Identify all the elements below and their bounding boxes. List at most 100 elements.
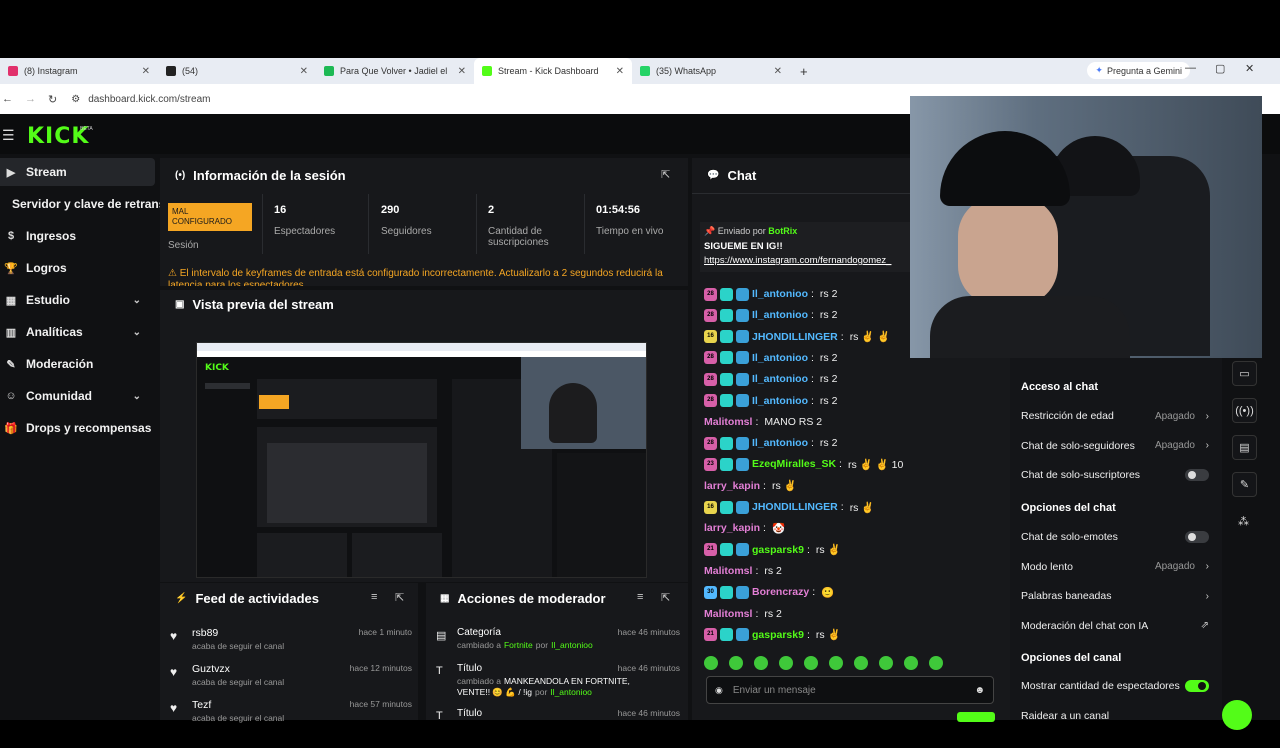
back-icon[interactable]: ←	[2, 93, 13, 105]
close-tab-icon[interactable]: ✕	[142, 66, 150, 77]
toggle-switch[interactable]	[1185, 531, 1209, 543]
chevron-down-icon[interactable]: ⌄	[133, 295, 141, 306]
chevron-down-icon[interactable]: ⌄	[133, 391, 141, 402]
mod-tools-icon[interactable]: ▤	[1232, 435, 1257, 460]
stream-preview[interactable]: KICK	[196, 342, 647, 578]
chat-message[interactable]: larry_kapin: rs ✌️	[704, 476, 797, 496]
setting-row[interactable]: Mostrar cantidad de espectadores	[1021, 676, 1211, 696]
setting-row[interactable]: Modo lento Apagado ›	[1021, 557, 1211, 577]
chat-username[interactable]: gasparsk9	[752, 629, 804, 641]
emote-icon[interactable]	[704, 656, 718, 670]
chat-username[interactable]: Il_antonioo	[752, 288, 808, 300]
menu-icon[interactable]: ☰	[2, 127, 15, 144]
sidebar-item-2[interactable]: Servidor y clave de retransn	[0, 190, 173, 218]
chat-username[interactable]: Il_antonioo	[752, 395, 808, 407]
chat-message[interactable]: 28 Il_antonioo: rs 2	[704, 305, 837, 325]
url-field[interactable]: dashboard.kick.com/stream	[88, 94, 210, 105]
maximize-icon[interactable]: ▢	[1215, 62, 1225, 75]
mod-user[interactable]: Il_antonioo	[550, 687, 592, 697]
chat-username[interactable]: gasparsk9	[752, 544, 804, 556]
chat-message[interactable]: 28 Il_antonioo: rs 2	[704, 348, 837, 368]
filter-icon[interactable]: ≡	[637, 591, 643, 603]
chat-message[interactable]: Malitomsl: rs 2	[704, 604, 782, 624]
chat-settings-icon[interactable]: ▭	[1232, 361, 1257, 386]
chat-message[interactable]: 28 Il_antonioo: rs 2	[704, 391, 837, 411]
popout-icon[interactable]: ⇱	[395, 591, 404, 604]
chat-message[interactable]: Malitomsl: rs 2	[704, 561, 782, 581]
chevron-right-icon[interactable]: ›	[1206, 591, 1209, 602]
new-tab-button[interactable]: +	[800, 64, 808, 79]
popout-icon[interactable]: ⇱	[661, 168, 670, 181]
sidebar-item-9[interactable]: 🎁 Drops y recompensas	[0, 414, 155, 442]
setting-row[interactable]: Restricción de edad Apagado ›	[1021, 406, 1211, 426]
browser-tab[interactable]: (8) Instagram ✕	[0, 58, 158, 84]
browser-tab[interactable]: (35) WhatsApp ✕	[632, 58, 790, 84]
emote-icon[interactable]	[804, 656, 818, 670]
chat-username[interactable]: JHONDILLINGER	[752, 501, 838, 513]
setting-row[interactable]: Raidear a un canal	[1021, 706, 1211, 726]
sidebar-item-8[interactable]: ☺ Comunidad ⌄	[0, 382, 155, 410]
chat-message[interactable]: 28 Il_antonioo: rs 2	[704, 284, 837, 304]
chat-username[interactable]: Il_antonioo	[752, 352, 808, 364]
chat-message[interactable]: 21 gasparsk9: rs ✌️	[704, 540, 841, 560]
setting-row[interactable]: Chat de solo-suscriptores	[1021, 465, 1211, 485]
chevron-right-icon[interactable]: ›	[1206, 411, 1209, 422]
browser-tab[interactable]: (54) ✕	[158, 58, 316, 84]
chat-username[interactable]: EzeqMiralles_SK	[752, 458, 836, 470]
emote-icon[interactable]	[929, 656, 943, 670]
chat-username[interactable]: larry_kapin	[704, 480, 760, 492]
chat-username[interactable]: Malitomsl	[704, 608, 752, 620]
browser-tab[interactable]: Stream - Kick Dashboard ✕	[474, 58, 632, 84]
popout-icon[interactable]: ⇱	[661, 591, 670, 604]
setting-row[interactable]: Chat de solo-emotes	[1021, 527, 1211, 547]
sidebar-item-6[interactable]: ▥ Analíticas ⌄	[0, 318, 155, 346]
chat-message[interactable]: 23 EzeqMiralles_SK: rs ✌️ ✌️ 10	[704, 454, 903, 474]
chevron-down-icon[interactable]: ⌄	[133, 327, 141, 338]
wrench-icon[interactable]: ✎	[1232, 472, 1257, 497]
emote-icon[interactable]	[854, 656, 868, 670]
filter-icon[interactable]: ≡	[371, 591, 377, 603]
close-tab-icon[interactable]: ✕	[616, 66, 624, 77]
sidebar-item-4[interactable]: 🏆 Logros	[0, 254, 155, 282]
emote-icon[interactable]	[729, 656, 743, 670]
chat-username[interactable]: JHONDILLINGER	[752, 331, 838, 343]
minimize-icon[interactable]: —	[1185, 62, 1196, 74]
sidebar-item-5[interactable]: ▦ Estudio ⌄	[0, 286, 155, 314]
setting-row[interactable]: Chat de solo-seguidores Apagado ›	[1021, 436, 1211, 456]
close-tab-icon[interactable]: ✕	[774, 66, 782, 77]
send-button[interactable]	[957, 712, 995, 722]
chat-message[interactable]: 28 Il_antonioo: rs 2	[704, 369, 837, 389]
close-window-icon[interactable]: ✕	[1245, 62, 1254, 75]
green-action-button[interactable]	[1222, 700, 1252, 730]
reload-icon[interactable]: ↻	[48, 93, 57, 106]
pinned-message[interactable]: 📌 Enviado por BotRix SIGUEME EN IG!! htt…	[700, 222, 910, 272]
setting-row[interactable]: Moderación del chat con IA ⇗	[1021, 616, 1211, 636]
external-link-icon[interactable]: ⇗	[1201, 620, 1209, 631]
setting-row[interactable]: Palabras baneadas ›	[1021, 586, 1211, 606]
sidebar-item-7[interactable]: ✎ Moderación	[0, 350, 155, 378]
chat-message[interactable]: 16 JHONDILLINGER: rs ✌️ ✌️	[704, 327, 890, 347]
emote-icon[interactable]	[829, 656, 843, 670]
chat-username[interactable]: Il_antonioo	[752, 437, 808, 449]
emote-icon[interactable]	[904, 656, 918, 670]
chat-message[interactable]: 30 Borencrazy: 🙂	[704, 582, 834, 602]
chat-message[interactable]: larry_kapin: 🤡	[704, 518, 785, 538]
emote-icon[interactable]	[779, 656, 793, 670]
mod-user[interactable]: Il_antonioo	[551, 640, 593, 650]
chevron-right-icon[interactable]: ›	[1206, 440, 1209, 451]
chat-input[interactable]: ◉ Enviar un mensaje ☻	[706, 676, 994, 704]
chat-message[interactable]: 28 Il_antonioo: rs 2	[704, 433, 837, 453]
chat-username[interactable]: Borencrazy	[752, 586, 809, 598]
emoji-icon[interactable]: ☻	[974, 685, 985, 696]
more-icon[interactable]: ⁂	[1238, 515, 1249, 528]
emote-icon[interactable]	[879, 656, 893, 670]
toggle-switch[interactable]	[1185, 469, 1209, 481]
chat-username[interactable]: Il_antonioo	[752, 309, 808, 321]
sidebar-item-3[interactable]: $ Ingresos	[0, 222, 155, 250]
chevron-right-icon[interactable]: ›	[1206, 561, 1209, 572]
sidebar-item-1[interactable]: ▶ Stream	[0, 158, 155, 186]
emote-icon[interactable]	[754, 656, 768, 670]
chat-username[interactable]: larry_kapin	[704, 522, 760, 534]
browser-tab[interactable]: Para Que Volver • Jadiel el I ✕	[316, 58, 474, 84]
site-info-icon[interactable]: ⚙	[71, 94, 80, 105]
